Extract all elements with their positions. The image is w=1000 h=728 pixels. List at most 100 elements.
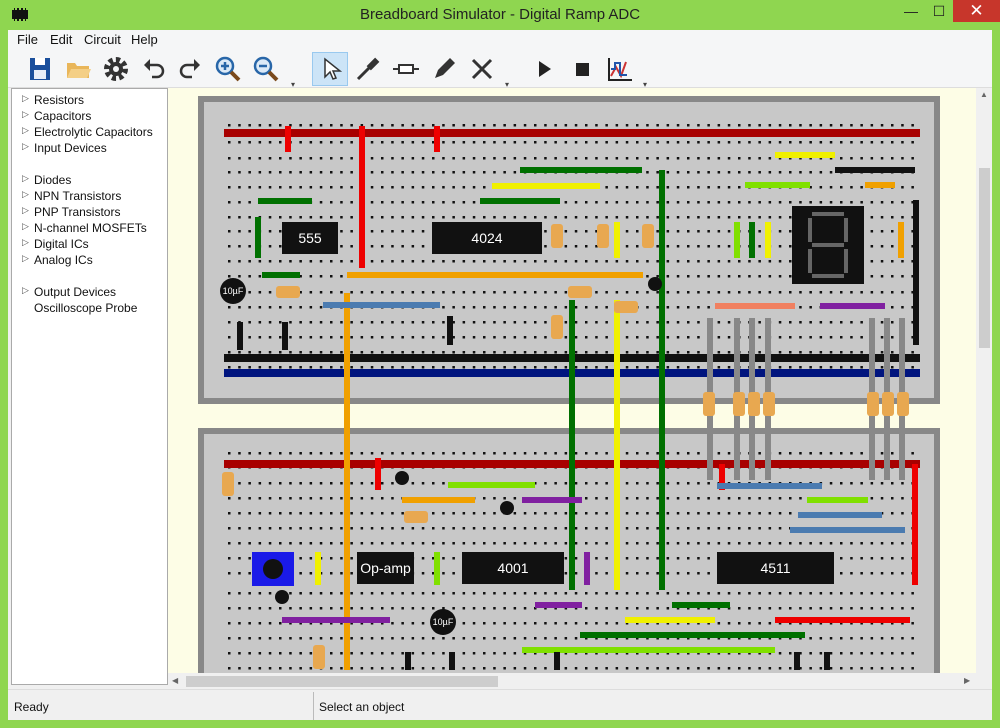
expand-arrow-icon[interactable]: ▷: [22, 221, 29, 232]
status-divider: [313, 692, 314, 720]
expand-arrow-icon[interactable]: ▷: [22, 141, 29, 152]
potentiometer-knob[interactable]: [263, 559, 283, 579]
redo-button[interactable]: [172, 52, 208, 86]
zoom-in-button[interactable]: [210, 52, 246, 86]
scroll-right-icon[interactable]: ▶: [964, 676, 970, 685]
resistor[interactable]: [551, 224, 563, 248]
expand-arrow-icon[interactable]: ▷: [22, 237, 29, 248]
scroll-up-icon[interactable]: ▲: [980, 90, 988, 99]
select-tool-button[interactable]: [312, 52, 348, 86]
resistor[interactable]: [642, 224, 654, 248]
menu-circuit[interactable]: Circuit: [84, 32, 121, 47]
menu-edit[interactable]: Edit: [50, 32, 72, 47]
resistor[interactable]: [867, 392, 879, 416]
breadboard-canvas[interactable]: 555 4024 Op-amp 4001 4511 10µF 10µF: [168, 88, 976, 704]
resistor[interactable]: [763, 392, 775, 416]
stop-icon: [576, 63, 589, 76]
resistor[interactable]: [222, 472, 234, 496]
tree-item-pnp-transistors[interactable]: ▷ PNP Transistors: [22, 205, 120, 219]
open-folder-icon: [67, 63, 91, 78]
chip-555-label[interactable]: 555: [298, 230, 322, 246]
close-button[interactable]: ✕: [953, 0, 1000, 22]
expand-arrow-icon[interactable]: ▷: [22, 285, 29, 296]
tree-item-oscilloscope-probe[interactable]: Oscilloscope Probe: [34, 301, 137, 315]
tree-item-electrolytic-capacitors[interactable]: ▷ Electrolytic Capacitors: [22, 125, 153, 139]
pencil-tool-button[interactable]: [426, 52, 462, 86]
minimize-button[interactable]: —: [897, 0, 925, 22]
vertical-scrollbar[interactable]: ▲: [976, 88, 992, 704]
expand-arrow-icon[interactable]: ▷: [22, 109, 29, 120]
resistor[interactable]: [748, 392, 760, 416]
open-button[interactable]: [60, 52, 96, 86]
undo-button[interactable]: [136, 52, 172, 86]
resistor[interactable]: [568, 286, 592, 298]
vertical-scroll-thumb[interactable]: [979, 168, 990, 348]
resistor[interactable]: [733, 392, 745, 416]
expand-arrow-icon[interactable]: ▷: [22, 189, 29, 200]
app-window: Breadboard Simulator - Digital Ramp ADC …: [0, 0, 1000, 728]
chip-4511-label[interactable]: 4511: [760, 560, 790, 576]
chip-4024-label[interactable]: 4024: [471, 230, 502, 246]
play-icon: [539, 61, 551, 77]
tree-item-input-devices[interactable]: ▷ Input Devices: [22, 141, 107, 155]
resistor[interactable]: [882, 392, 894, 416]
resistor[interactable]: [313, 645, 325, 669]
resistor[interactable]: [597, 224, 609, 248]
capacitor-label[interactable]: 10µF: [433, 617, 454, 627]
status-text: Ready: [14, 700, 49, 714]
expand-arrow-icon[interactable]: ▷: [22, 253, 29, 264]
tree-item-analog-ics[interactable]: ▷ Analog ICs: [22, 253, 93, 267]
settings-button[interactable]: [98, 52, 134, 86]
transistor[interactable]: [500, 501, 514, 515]
resistor[interactable]: [703, 392, 715, 416]
tree-item-label: N-channel MOSFETs: [34, 221, 147, 235]
maximize-button[interactable]: ☐: [925, 0, 953, 22]
probe-tool-button[interactable]: [350, 52, 386, 86]
transistor[interactable]: [395, 471, 409, 485]
scope-button[interactable]: [602, 52, 638, 86]
resistor[interactable]: [897, 392, 909, 416]
title-bar[interactable]: Breadboard Simulator - Digital Ramp ADC …: [0, 0, 1000, 30]
capacitor-label[interactable]: 10µF: [223, 286, 244, 296]
tree-item-n-channel-mosfets[interactable]: ▷ N-channel MOSFETs: [22, 221, 147, 235]
transistor[interactable]: [648, 277, 662, 291]
breadboard-drawing[interactable]: 555 4024 Op-amp 4001 4511 10µF 10µF: [168, 88, 976, 704]
client-area: File Edit Circuit Help ▾ ▾ ▾ ▷ Resistors ▷…: [8, 30, 992, 720]
expand-arrow-icon[interactable]: ▷: [22, 93, 29, 104]
status-bar: Ready Select an object: [8, 689, 992, 720]
transistor[interactable]: [275, 590, 289, 604]
zoom-out-icon: [253, 56, 279, 82]
resistor-tool-button[interactable]: [388, 52, 424, 86]
resistor[interactable]: [614, 301, 638, 313]
resistor[interactable]: [404, 511, 428, 523]
tree-item-capacitors[interactable]: ▷ Capacitors: [22, 109, 91, 123]
stop-button[interactable]: [564, 52, 600, 86]
scroll-left-icon[interactable]: ◀: [172, 676, 178, 685]
probe-icon: [356, 57, 380, 81]
zoom-out-button[interactable]: [248, 52, 284, 86]
tree-item-digital-ics[interactable]: ▷ Digital ICs: [22, 237, 89, 251]
menu-bar: File Edit Circuit Help: [8, 30, 992, 50]
tree-item-label: Digital ICs: [34, 237, 89, 251]
tree-item-diodes[interactable]: ▷ Diodes: [22, 173, 71, 187]
tree-item-resistors[interactable]: ▷ Resistors: [22, 93, 84, 107]
component-tree: ▷ Resistors ▷ Capacitors ▷ Electrolytic Capac…: [11, 88, 168, 685]
chip-opamp-label[interactable]: Op-amp: [360, 560, 411, 576]
menu-help[interactable]: Help: [131, 32, 158, 47]
horizontal-scrollbar[interactable]: ◀ ▶: [168, 673, 976, 689]
expand-arrow-icon[interactable]: ▷: [22, 125, 29, 136]
resistor[interactable]: [276, 286, 300, 298]
tree-item-output-devices[interactable]: ▷ Output Devices: [22, 285, 116, 299]
tree-item-label: Input Devices: [34, 141, 107, 155]
expand-arrow-icon[interactable]: ▷: [22, 205, 29, 216]
menu-file[interactable]: File: [17, 32, 38, 47]
tree-item-npn-transistors[interactable]: ▷ NPN Transistors: [22, 189, 121, 203]
save-button[interactable]: [22, 52, 58, 86]
run-button[interactable]: [526, 52, 562, 86]
chip-4001-label[interactable]: 4001: [497, 560, 528, 576]
cut-wire-tool-button[interactable]: [464, 52, 500, 86]
tree-item-label: Analog ICs: [34, 253, 93, 267]
resistor[interactable]: [551, 315, 563, 339]
expand-arrow-icon[interactable]: ▷: [22, 173, 29, 184]
horizontal-scroll-thumb[interactable]: [186, 676, 498, 687]
